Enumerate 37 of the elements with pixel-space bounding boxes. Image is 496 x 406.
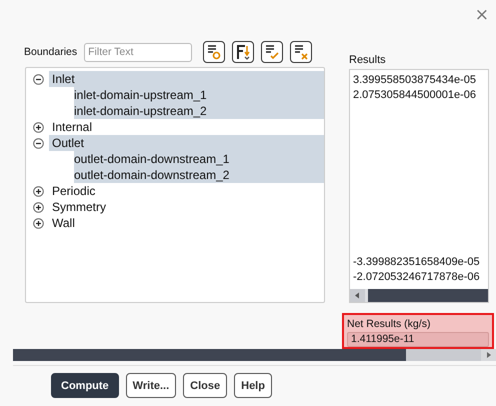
result-value: -2.072053246717878e-06 — [353, 270, 481, 285]
expand-icon[interactable] — [33, 186, 44, 196]
tree-item[interactable]: outlet-domain-downstream_2 — [74, 167, 324, 183]
horizontal-scrollbar[interactable] — [350, 289, 488, 302]
tree-item[interactable]: Symmetry — [49, 199, 324, 215]
tree-item[interactable]: Inlet — [49, 71, 324, 87]
collapse-icon[interactable] — [33, 74, 44, 84]
boundaries-label: Boundaries — [24, 46, 78, 58]
tree-item[interactable]: outlet-domain-downstream_1 — [74, 151, 324, 167]
dialog-button[interactable]: Close — [183, 373, 228, 398]
expand-icon[interactable] — [33, 202, 44, 212]
result-value: -3.399882351658409e-05 — [353, 255, 481, 270]
dialog-button[interactable]: Help — [234, 373, 272, 398]
expand-icon[interactable] — [33, 218, 44, 228]
tree-item[interactable]: Internal — [49, 119, 324, 135]
net-results-label: Net Results (kg/s) — [347, 317, 432, 331]
list-arrows-icon[interactable] — [232, 41, 254, 63]
tree-item[interactable]: inlet-domain-upstream_2 — [74, 103, 324, 119]
scroll-right-icon[interactable] — [481, 349, 496, 361]
tree-item[interactable]: Outlet — [49, 135, 324, 151]
list-clear-icon[interactable] — [290, 41, 312, 63]
tree-item[interactable]: Wall — [49, 215, 324, 231]
tree-item[interactable]: inlet-domain-upstream_1 — [74, 87, 324, 103]
collapse-icon[interactable] — [33, 138, 44, 148]
net-results-field: 1.411995e-11 — [347, 332, 489, 347]
list-check-icon[interactable] — [261, 41, 284, 63]
filter-field[interactable]: Filter Text — [84, 42, 192, 62]
result-value: 2.075305844500001e-06 — [353, 88, 477, 103]
dialog-button[interactable]: Write... — [126, 373, 176, 398]
expand-icon[interactable] — [33, 122, 44, 132]
tree-item[interactable]: Periodic — [49, 183, 324, 199]
results-label: Results — [349, 54, 387, 66]
panel-scrollbar[interactable] — [13, 349, 496, 361]
result-value: 3.399558503875434e-05 — [353, 73, 477, 88]
scroll-left-icon[interactable] — [350, 289, 365, 302]
dialog-button[interactable]: Compute — [51, 373, 119, 398]
close-button[interactable]: × — [472, 6, 492, 24]
